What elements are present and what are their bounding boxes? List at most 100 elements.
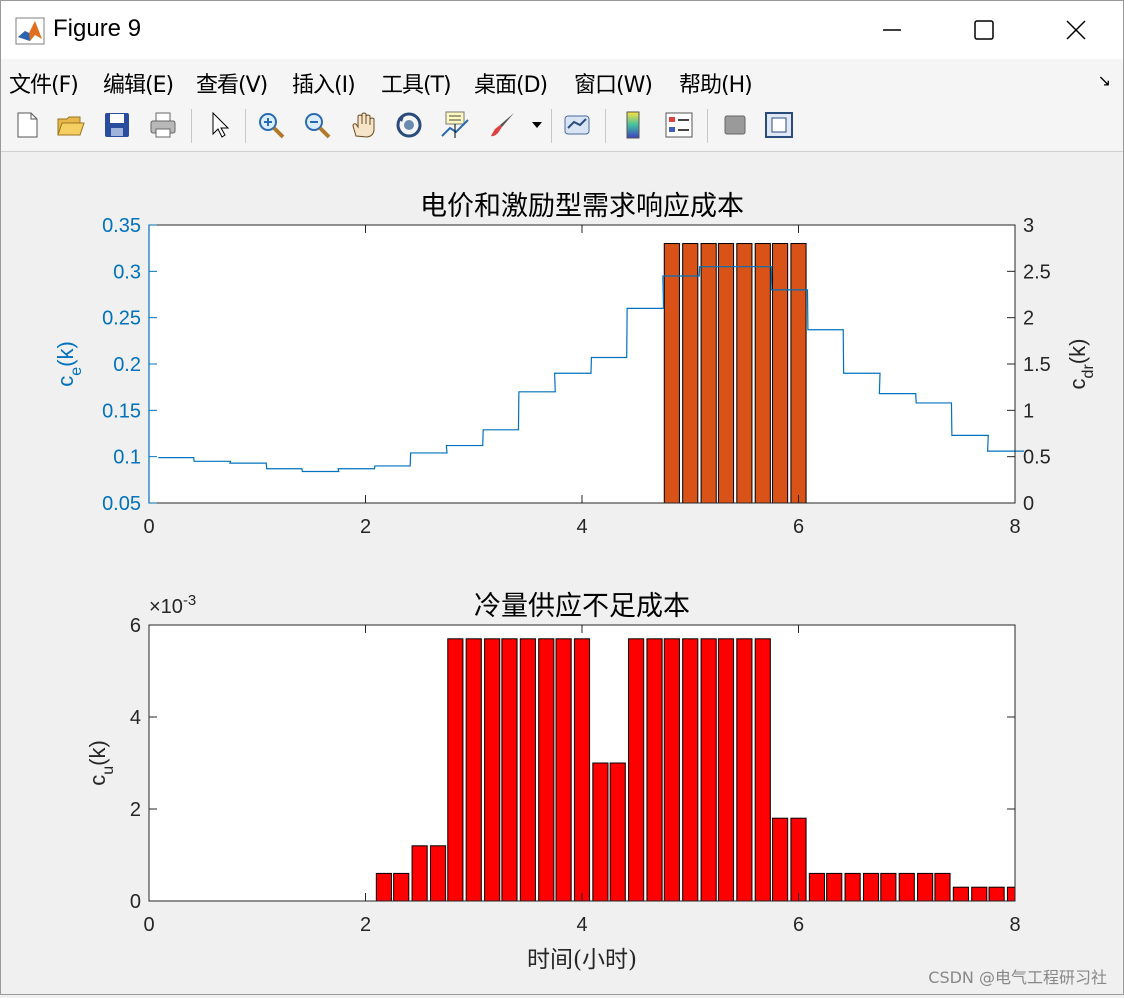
floppy-icon	[105, 113, 129, 137]
axes-bottom[interactable]: 0 2 4 6 8 0 2 4 6 ×10-3 冷量供应不足成本时间(小时) cu(k)	[85, 591, 1021, 973]
menu-window[interactable]: 窗口(W)	[574, 67, 653, 99]
x-tick-label: 8	[1009, 914, 1020, 936]
y-right-tick-label: 1	[1023, 400, 1034, 422]
bar	[465, 638, 482, 902]
maximize-button[interactable]	[959, 9, 1009, 51]
bar	[700, 243, 717, 504]
menu-view[interactable]: 查看(V)	[196, 67, 268, 99]
save-icon[interactable]	[99, 107, 135, 143]
bar	[1006, 886, 1016, 902]
bar	[663, 243, 680, 504]
y-left-tick-label: 0.2	[113, 354, 141, 376]
y-right-tick-label: 0	[1023, 493, 1034, 515]
y-right-tick-label: 2.5	[1023, 261, 1051, 283]
zoom-in-icon	[259, 113, 285, 139]
x-axis-label: 时间(小时)	[527, 947, 637, 973]
bar	[952, 886, 969, 902]
bar	[808, 872, 825, 902]
y-right-tick-label: 1.5	[1023, 354, 1051, 376]
bar	[790, 817, 807, 902]
bar	[717, 638, 735, 902]
legend-icon[interactable]	[661, 107, 697, 143]
caret-down-icon	[532, 122, 542, 128]
maximize-icon	[974, 20, 994, 40]
x-tick-label: 0	[143, 516, 154, 538]
hide-plot-tools-icon[interactable]	[717, 107, 753, 143]
y-tick-label: 6	[130, 615, 141, 637]
axes-top[interactable]: 0 2 4 6 8 0.05 0.1 0.15 0.2 0.25 0.3 0.35 0 0.5 1 1.5 2 2…	[53, 191, 1097, 538]
menu-edit[interactable]: 编辑(E)	[103, 67, 174, 99]
bar	[754, 638, 771, 902]
zoom-out-icon[interactable]	[299, 107, 335, 143]
y-left-tick-label: 0.05	[102, 493, 141, 515]
pointer-icon[interactable]	[201, 107, 237, 143]
bar	[484, 638, 501, 902]
pan-icon[interactable]	[345, 107, 381, 143]
link-icon[interactable]	[559, 107, 595, 143]
x-tick-label: 6	[793, 516, 804, 538]
bar	[790, 243, 807, 504]
y-tick-label: 2	[130, 799, 141, 821]
bar	[917, 872, 934, 902]
zoom-in-icon[interactable]	[253, 107, 289, 143]
brush-icon	[491, 113, 514, 137]
bar	[538, 638, 555, 902]
menu-desktop[interactable]: 桌面(D)	[474, 67, 548, 99]
bar	[393, 872, 410, 902]
bar	[682, 638, 699, 902]
bar	[519, 638, 536, 902]
arrow-cursor-icon	[212, 111, 230, 138]
chart-title: 冷量供应不足成本	[474, 591, 690, 622]
y-left-tick-label: 0.3	[113, 261, 141, 283]
bar	[628, 638, 645, 902]
y-left-tick-label: 0.25	[102, 308, 141, 330]
print-icon[interactable]	[145, 107, 181, 143]
bar	[844, 872, 861, 902]
x-tick-label: 4	[576, 516, 587, 538]
colorbar-icon[interactable]	[615, 107, 651, 143]
x-tick-label: 8	[1009, 516, 1020, 538]
bar	[862, 872, 880, 902]
data-cursor-icon[interactable]	[437, 107, 473, 143]
new-figure-icon[interactable]	[9, 107, 45, 143]
y-tick-label: 4	[130, 707, 141, 729]
bar	[646, 638, 663, 902]
bar	[663, 638, 680, 902]
y-left-tick-label: 0.35	[102, 215, 141, 237]
brush-icon[interactable]	[485, 107, 521, 143]
bar	[826, 872, 843, 902]
minimize-button[interactable]	[867, 9, 917, 51]
folder-icon	[57, 116, 85, 136]
undock-arrow-icon[interactable]: ↘	[1098, 71, 1111, 90]
printer-icon	[150, 112, 176, 138]
hand-icon	[352, 112, 375, 138]
show-plot-tools-icon[interactable]	[761, 107, 797, 143]
y-tick-label: 0	[130, 891, 141, 913]
bar	[447, 638, 464, 902]
bar	[700, 638, 717, 902]
bar	[717, 243, 735, 504]
menu-tools[interactable]: 工具(T)	[381, 67, 452, 99]
menu-help[interactable]: 帮助(H)	[679, 67, 753, 99]
bar	[988, 886, 1005, 902]
x-tick-label: 0	[143, 914, 154, 936]
menu-file[interactable]: 文件(F)	[9, 67, 79, 99]
y-right-tick-label: 3	[1023, 215, 1034, 237]
datatip-icon	[441, 111, 469, 138]
brush-dropdown[interactable]	[527, 107, 547, 143]
y-right-tick-label: 2	[1023, 308, 1034, 330]
title-bar: Figure 9	[1, 1, 1123, 59]
matlab-logo-icon	[15, 17, 45, 45]
new-figure-icon	[17, 112, 38, 138]
x-tick-label: 6	[793, 914, 804, 936]
menu-insert[interactable]: 插入(I)	[292, 67, 356, 99]
y-axis-label: cu(k)	[85, 740, 117, 786]
plot-background	[149, 225, 1015, 503]
rotate-3d-icon[interactable]	[391, 107, 427, 143]
bar	[898, 872, 915, 902]
bar	[429, 845, 447, 902]
window-title: Figure 9	[53, 15, 142, 42]
bar	[555, 638, 572, 902]
close-button[interactable]	[1051, 9, 1101, 51]
open-file-icon[interactable]	[53, 107, 89, 143]
